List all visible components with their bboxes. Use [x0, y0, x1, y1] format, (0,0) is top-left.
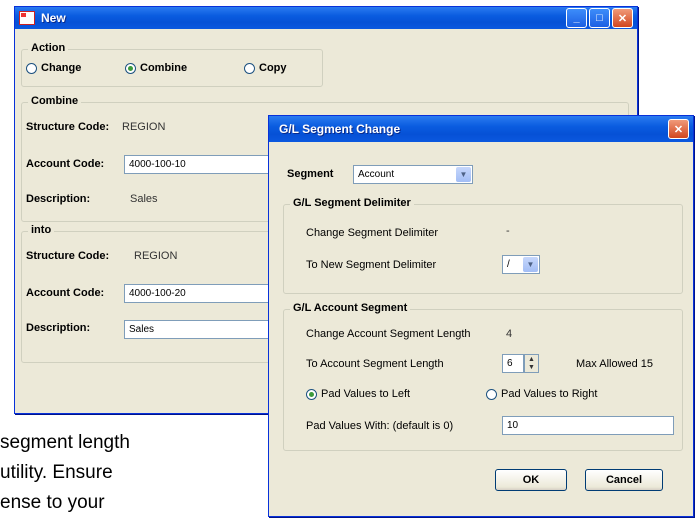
- account-segment-legend: G/L Account Segment: [290, 302, 411, 314]
- radio-pad-right[interactable]: Pad Values to Right: [486, 388, 597, 400]
- into-account-label: Account Code:: [26, 287, 105, 299]
- radio-copy[interactable]: Copy: [244, 62, 287, 74]
- spin-down-icon: ▼: [528, 363, 535, 371]
- new-window-titlebar[interactable]: New _ □ ✕: [15, 7, 637, 29]
- account-segment-group: G/L Account Segment Change Account Segme…: [283, 302, 683, 451]
- segment-label: Segment: [287, 168, 334, 180]
- change-delimiter-value: -: [506, 225, 510, 237]
- chevron-down-icon: ▼: [523, 257, 538, 272]
- cancel-button[interactable]: Cancel: [585, 469, 663, 491]
- new-delimiter-value: /: [507, 259, 510, 270]
- app-icon: [19, 11, 35, 25]
- radio-pad-left-indicator: [306, 388, 317, 400]
- radio-pad-left[interactable]: Pad Values to Left: [306, 388, 410, 400]
- action-group: Action Change Combine Copy: [21, 42, 323, 87]
- to-length-input[interactable]: 6: [502, 354, 524, 373]
- new-delimiter-select[interactable]: / ▼: [502, 255, 540, 274]
- into-structure-label: Structure Code:: [26, 250, 110, 262]
- segment-select[interactable]: Account ▼: [353, 165, 473, 184]
- segment-select-value: Account: [358, 169, 395, 180]
- change-length-label: Change Account Segment Length: [306, 328, 471, 340]
- to-length-spinner[interactable]: ▲ ▼: [524, 354, 539, 373]
- combine-structure-value: REGION: [122, 121, 166, 133]
- to-length-label: To Account Segment Length: [306, 358, 444, 370]
- dialog-close-button[interactable]: ✕: [668, 119, 689, 139]
- segment-dialog-title: G/L Segment Change: [279, 122, 401, 136]
- maximize-button[interactable]: □: [589, 8, 610, 28]
- minimize-button[interactable]: _: [566, 8, 587, 28]
- doc-text-line-2: utility. Ensure: [0, 462, 113, 483]
- radio-copy-indicator: [244, 62, 255, 74]
- doc-text-line-3: ense to your: [0, 492, 105, 513]
- change-length-value: 4: [506, 328, 513, 340]
- combine-structure-label: Structure Code:: [26, 121, 110, 133]
- into-structure-value: REGION: [134, 250, 178, 262]
- new-delimiter-label: To New Segment Delimiter: [306, 259, 437, 271]
- radio-combine-indicator: [125, 62, 136, 74]
- change-delimiter-label: Change Segment Delimiter: [306, 227, 439, 239]
- pad-with-label: Pad Values With: (default is 0): [306, 420, 454, 432]
- ok-button[interactable]: OK: [495, 469, 567, 491]
- delimiter-legend: G/L Segment Delimiter: [290, 197, 414, 209]
- radio-combine[interactable]: Combine: [125, 62, 187, 74]
- radio-combine-label: Combine: [140, 62, 188, 74]
- pad-with-input[interactable]: 10: [502, 416, 674, 435]
- radio-pad-right-indicator: [486, 388, 497, 400]
- combine-description-value: Sales: [130, 193, 158, 205]
- radio-copy-label: Copy: [259, 62, 287, 74]
- radio-change-indicator: [26, 62, 37, 74]
- combine-legend: Combine: [28, 95, 82, 107]
- radio-pad-right-label: Pad Values to Right: [501, 388, 598, 400]
- action-legend: Action: [28, 42, 69, 54]
- radio-change-label: Change: [41, 62, 82, 74]
- window-title: New: [41, 11, 66, 25]
- segment-change-dialog: G/L Segment Change ✕ Segment Account ▼ G…: [268, 115, 694, 517]
- spin-up-icon: ▲: [528, 355, 535, 363]
- into-description-label: Description:: [26, 322, 91, 334]
- radio-pad-left-label: Pad Values to Left: [321, 388, 411, 400]
- doc-text-line-1: segment length: [0, 432, 130, 453]
- close-button[interactable]: ✕: [612, 8, 633, 28]
- segment-dialog-titlebar[interactable]: G/L Segment Change ✕: [269, 116, 693, 142]
- into-legend: into: [28, 224, 55, 236]
- chevron-down-icon: ▼: [456, 167, 471, 182]
- combine-account-label: Account Code:: [26, 158, 105, 170]
- radio-change[interactable]: Change: [26, 62, 81, 74]
- delimiter-group: G/L Segment Delimiter Change Segment Del…: [283, 197, 683, 294]
- combine-description-label: Description:: [26, 193, 91, 205]
- max-allowed-label: Max Allowed 15: [576, 358, 654, 370]
